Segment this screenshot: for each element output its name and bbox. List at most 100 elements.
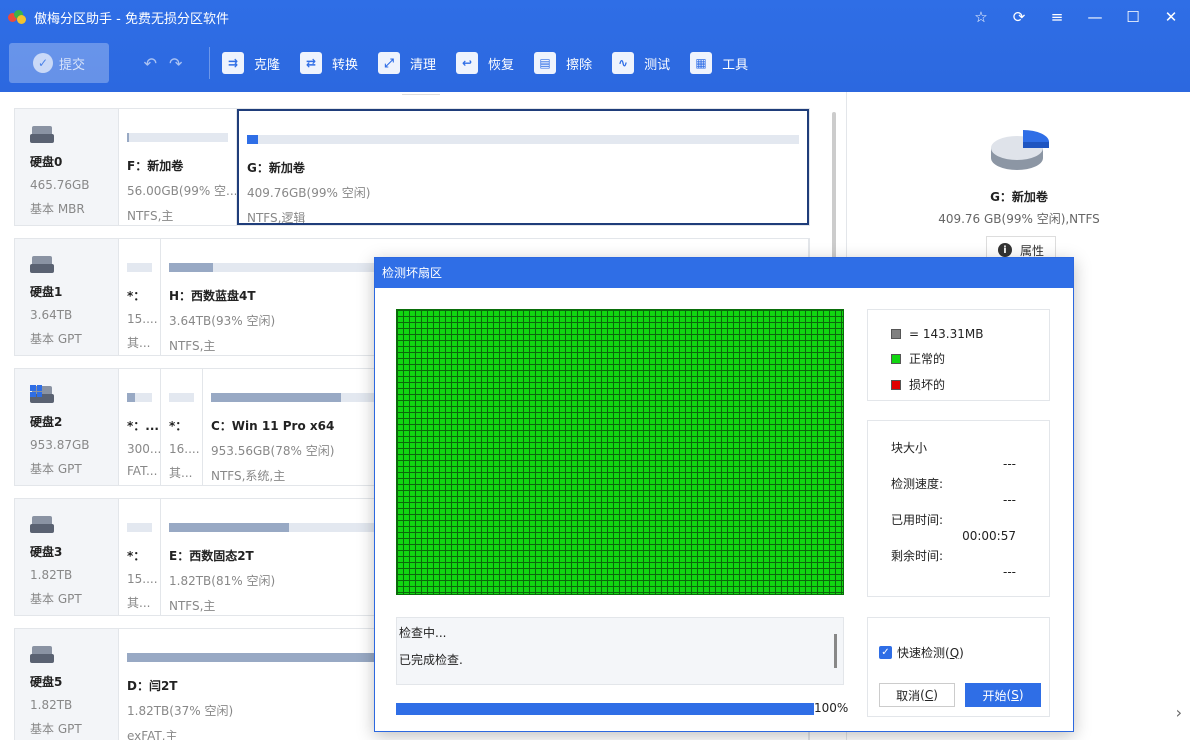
toolbar: ✓ 提交 ↶ ↷ ⇉ 克隆 ⇄ 转换 ⤢ 清理 ↩ 恢复 ▤ 擦除 ∿ 测试 ▦ 工具 (0, 34, 1190, 92)
disk-size: 953.87GB (30, 438, 90, 452)
partition-size: 409.76GB(99% 空闲) (247, 186, 371, 200)
undo-redo: ↶ ↷ (123, 54, 203, 73)
disk-info: 硬盘5 1.82TB 基本 GPT (15, 629, 119, 740)
start-key: S (1011, 688, 1019, 702)
partition-block[interactable]: *： 15.... 其... (119, 499, 161, 615)
chevron-right-icon[interactable]: › (1176, 703, 1182, 722)
star-icon[interactable]: ☆ (962, 0, 1000, 34)
partition-usage-bar (127, 133, 228, 142)
tool-label: 测试 (644, 57, 671, 73)
tool-button[interactable]: ∿ 测试 (612, 52, 670, 74)
remaining-label: 剩余时间: (891, 549, 944, 563)
recover-icon: ↩ (456, 52, 479, 74)
refresh-icon[interactable]: ⟳ (1000, 0, 1038, 34)
partition-block[interactable]: *： 16.... 其... (161, 369, 203, 485)
tool-group: ⇉ 克隆 ⇄ 转换 ⤢ 清理 ↩ 恢复 ▤ 擦除 ∿ 测试 ▦ 工具 (222, 52, 768, 74)
partition-block[interactable]: *： 15.... 其... (119, 239, 161, 355)
partition-block[interactable]: F：新加卷 56.00GB(99% 空... NTFS,主 (119, 109, 237, 225)
bad-swatch (891, 379, 901, 390)
partition-block[interactable]: *：... 300... FAT... (119, 369, 161, 485)
hard-disk-icon (30, 515, 54, 533)
redo-icon[interactable]: ↷ (169, 54, 182, 73)
tool-button[interactable]: ▦ 工具 (690, 52, 748, 74)
disk-row[interactable]: 硬盘0 465.76GB 基本 MBR F：新加卷 56.00GB(99% 空... NT… (14, 108, 810, 226)
progress-bar (396, 703, 814, 715)
block-size-value: --- (1003, 457, 1016, 471)
partition-block[interactable]: G：新加卷 409.76GB(99% 空闲) NTFS,逻辑 (237, 109, 809, 225)
partition-usage-fill (169, 263, 214, 272)
menu-icon[interactable]: ≡ (1038, 0, 1076, 34)
actions-box: ✓ 快速检测(Q) 取消(C) 开始(S) (867, 617, 1050, 717)
undo-icon[interactable]: ↶ (144, 54, 157, 73)
commit-button[interactable]: ✓ 提交 (9, 43, 109, 83)
maximize-icon[interactable]: ☐ (1114, 0, 1152, 34)
disk-type: 基本 GPT (30, 462, 82, 476)
partition-size: 300... (127, 442, 161, 456)
tool-button[interactable]: ↩ 恢复 (456, 52, 514, 74)
tool-button[interactable]: ▤ 擦除 (534, 52, 592, 74)
log-line: 检查中... (399, 626, 447, 640)
disk-size: 1.82TB (30, 568, 73, 582)
disk-size: 1.82TB (30, 698, 73, 712)
clean-icon: ⤢ (378, 52, 401, 74)
normal-swatch (891, 353, 901, 364)
tool-button[interactable]: ⤢ 清理 (378, 52, 436, 74)
partition-usage-fill (127, 133, 130, 142)
disk-info: 硬盘3 1.82TB 基本 GPT (15, 499, 119, 615)
block-size-label: 块大小 (891, 441, 928, 455)
partition-usage-bar (127, 263, 152, 272)
partition-usage-bar (169, 393, 194, 402)
sector-grid (396, 309, 844, 595)
tool-label: 擦除 (566, 57, 593, 73)
partition-size: 56.00GB(99% 空... (127, 184, 237, 198)
dialog-title: 检测坏扇区 (375, 258, 1073, 288)
tool-button[interactable]: ⇄ 转换 (300, 52, 358, 74)
start-label: 开始 (982, 688, 1007, 703)
partition-label: *：... (127, 419, 159, 433)
partition-fs: 其... (127, 336, 151, 350)
check-icon: ✓ (32, 53, 53, 73)
wipe-icon: ▤ (534, 52, 557, 74)
disk-info: 硬盘0 465.76GB 基本 MBR (15, 109, 119, 225)
close-icon[interactable]: ✕ (1152, 0, 1190, 34)
log-scrollbar[interactable] (834, 634, 837, 668)
tool-label: 恢复 (488, 57, 515, 73)
partition-fs: 其... (127, 596, 151, 610)
partition-usage-bar (127, 393, 152, 402)
disk-type: 基本 GPT (30, 722, 82, 736)
disk-type: 基本 GPT (30, 332, 82, 346)
stats-box: 块大小 --- 检测速度: --- 已用时间: 00:00:57 剩余时间: -… (867, 420, 1050, 597)
dialog-buttons: 取消(C) 开始(S) (879, 683, 1049, 707)
progress-label: 100% (814, 701, 849, 715)
cancel-button[interactable]: 取消(C) (879, 683, 955, 707)
speed-value: --- (1003, 493, 1016, 507)
disk-size: 3.64TB (30, 308, 73, 322)
partition-fs: 其... (169, 466, 193, 480)
convert-icon: ⇄ (300, 52, 323, 74)
partition-label: *： (169, 419, 188, 433)
log-line: 已完成检查. (399, 653, 463, 667)
legend-bad: 损坏的 (891, 376, 1049, 393)
hard-disk-icon (30, 645, 54, 663)
partition-label: G：新加卷 (247, 161, 305, 175)
disk-info: 硬盘1 3.64TB 基本 GPT (15, 239, 119, 355)
legend-box: = 143.31MB 正常的 损坏的 (867, 309, 1050, 401)
minimize-icon[interactable]: — (1076, 0, 1114, 34)
quick-check-checkbox[interactable]: ✓ 快速检测(Q) (879, 644, 1049, 661)
partition-usage-fill (211, 393, 341, 402)
cancel-label: 取消 (896, 688, 921, 703)
panel-grip (402, 94, 440, 97)
partition-usage-fill (127, 393, 135, 402)
app-logo-icon (8, 10, 26, 24)
partition-size: 16.... (169, 442, 200, 456)
clone-icon: ⇉ (222, 52, 244, 74)
elapsed-label: 已用时间: (891, 513, 944, 527)
tools-icon: ▦ (690, 52, 713, 74)
partition-usage-fill (169, 523, 289, 532)
partition-label: F：新加卷 (127, 159, 184, 173)
tool-button[interactable]: ⇉ 克隆 (222, 52, 280, 74)
start-button[interactable]: 开始(S) (965, 683, 1041, 707)
test-icon: ∿ (612, 52, 635, 74)
tool-label: 克隆 (254, 57, 281, 73)
disk-type: 基本 MBR (30, 202, 85, 216)
